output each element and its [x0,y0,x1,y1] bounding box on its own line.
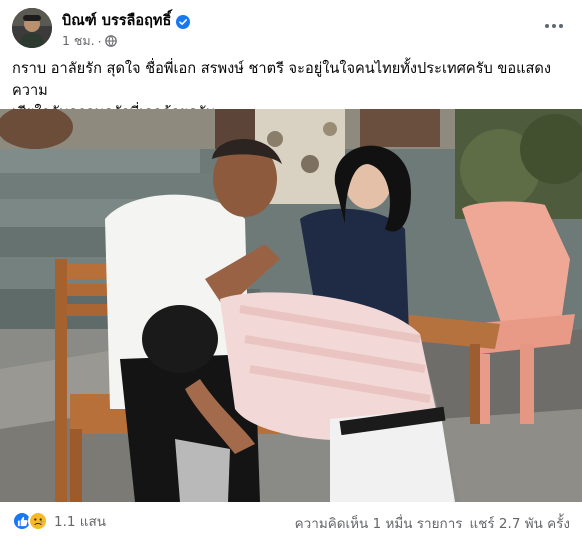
caption-line-1: กราบ อาลัยรัก สุดใจ ชื่อพี่เอก สรพงษ์ ชา… [12,60,552,99]
shares-count[interactable]: แชร์ 2.7 พัน ครั้ง [470,512,570,534]
more-options-icon[interactable] [540,12,568,40]
post-footer: 1.1 แสน ความคิดเห็น 1 หมื่น รายการ แชร์ … [12,510,570,534]
facebook-post: บิณฑ์ บรรลือฤทธิ์ 1 ชม. · กราบ อาลัยรัก … [0,0,582,543]
comments-count[interactable]: ความคิดเห็น 1 หมื่น รายการ [295,512,463,534]
engagement-stats: ความคิดเห็น 1 หมื่น รายการ แชร์ 2.7 พัน … [295,512,570,534]
reaction-icons [12,511,50,531]
sad-reaction-icon [28,511,48,531]
meta-separator: · [97,33,102,49]
author-name[interactable]: บิณฑ์ บรรลือฤทธิ์ [62,9,171,32]
post-timestamp[interactable]: 1 ชม. [62,31,95,51]
reaction-summary[interactable]: 1.1 แสน [12,510,106,532]
author-line: บิณฑ์ บรรลือฤทธิ์ [62,9,191,32]
globe-icon[interactable] [104,35,117,47]
reaction-count[interactable]: 1.1 แสน [54,510,106,532]
post-header: บิณฑ์ บรรลือฤทธิ์ 1 ชม. · [12,8,570,52]
post-meta: 1 ชม. · [62,31,117,51]
verified-badge-icon [176,14,191,29]
post-photo[interactable] [0,109,582,502]
author-avatar[interactable] [12,8,52,48]
